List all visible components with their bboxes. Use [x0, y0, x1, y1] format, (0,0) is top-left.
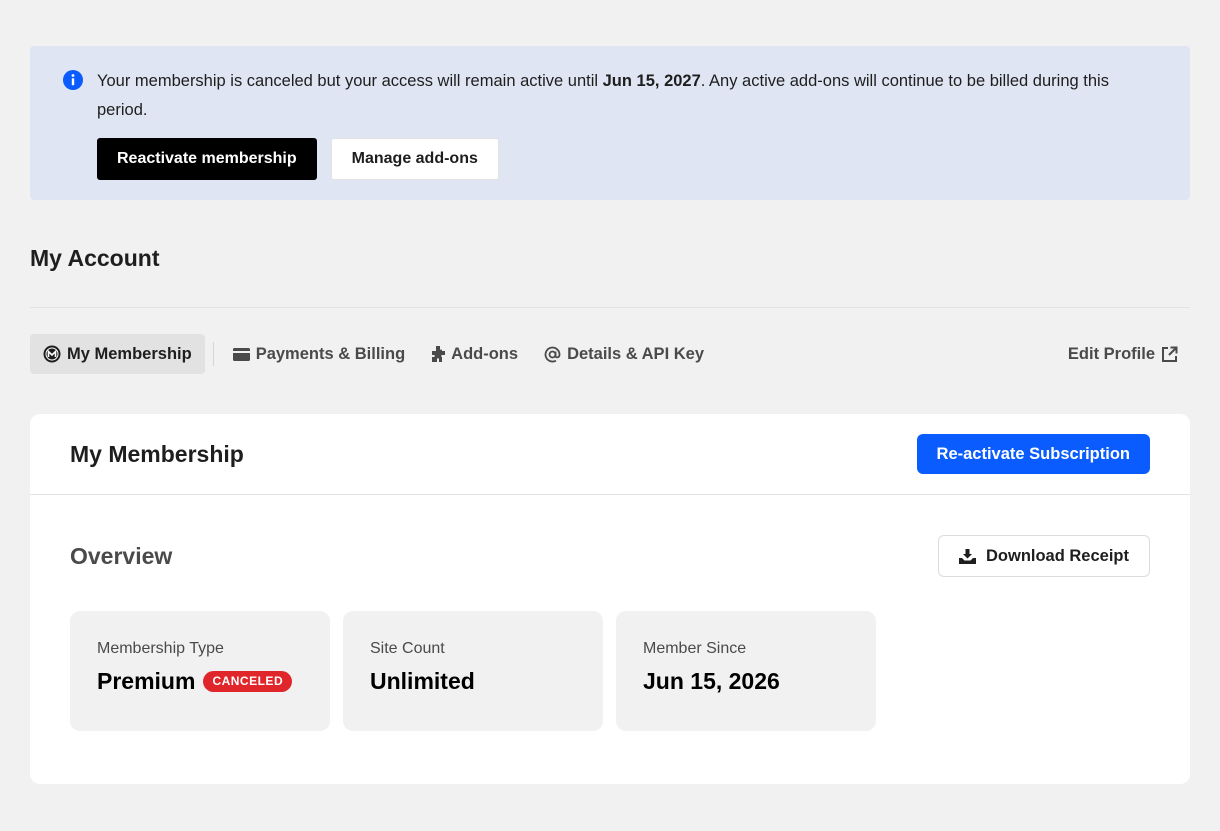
card-divider: [30, 494, 1190, 495]
stat-label: Site Count: [370, 640, 445, 657]
notice-message-text: Your membership is canceled but your acc…: [97, 72, 603, 90]
tab-label: My Membership: [67, 344, 192, 363]
tab-label: Add-ons: [451, 344, 519, 363]
reactivate-subscription-button[interactable]: Re-activate Subscription: [916, 434, 1150, 474]
page-title: My Account: [30, 245, 160, 271]
stat-member-since: Member Since Jun 15, 2026: [616, 611, 876, 731]
at-sign-icon: [544, 346, 561, 362]
membership-logo-icon: [43, 345, 61, 363]
notice-message: Your membership is canceled but your acc…: [97, 67, 1157, 125]
download-icon: [958, 548, 976, 564]
stat-site-count: Site Count Unlimited: [343, 611, 603, 731]
manage-addons-button[interactable]: Manage add-ons: [330, 138, 499, 180]
stat-value: Jun 15, 2026: [643, 668, 780, 694]
page: Your membership is canceled but your acc…: [0, 0, 1220, 831]
stat-value: Unlimited: [370, 668, 475, 694]
credit-card-icon: [232, 347, 250, 361]
stat-membership-type: Membership Type Premium CANCELED: [70, 611, 330, 731]
stat-label: Member Since: [643, 640, 747, 657]
tab-label: Payments & Billing: [255, 344, 406, 363]
notice-actions: Reactivate membership Manage add-ons: [97, 138, 499, 180]
stat-label: Membership Type: [97, 640, 224, 657]
membership-card-title: My Membership: [70, 441, 244, 467]
status-badge: CANCELED: [203, 671, 293, 692]
account-tabs: My Membership Payments & Billing Add-ons…: [30, 334, 1190, 374]
cancellation-notice: Your membership is canceled but your acc…: [30, 46, 1190, 200]
reactivate-membership-button[interactable]: Reactivate membership: [97, 138, 317, 180]
download-receipt-button[interactable]: Download Receipt: [937, 535, 1150, 577]
notice-access-date: Jun 15, 2027: [602, 72, 701, 90]
overview-stats: Membership Type Premium CANCELED Site Co…: [70, 611, 876, 731]
tab-my-membership[interactable]: My Membership: [30, 334, 205, 374]
edit-profile-label: Edit Profile: [1067, 344, 1155, 363]
puzzle-icon: [432, 346, 446, 362]
stat-value: Premium CANCELED: [97, 668, 303, 695]
info-icon: [63, 70, 83, 90]
divider: [30, 307, 1190, 308]
tab-separator: [212, 342, 214, 366]
edit-profile-link[interactable]: Edit Profile: [1068, 334, 1178, 374]
overview-title: Overview: [70, 543, 173, 569]
tab-payments-billing[interactable]: Payments & Billing: [220, 334, 418, 374]
tab-details-api-key[interactable]: Details & API Key: [531, 334, 717, 374]
membership-type-value: Premium: [97, 668, 196, 694]
download-receipt-label: Download Receipt: [985, 546, 1129, 565]
membership-card: My Membership Re-activate Subscription O…: [30, 414, 1190, 784]
tab-addons[interactable]: Add-ons: [418, 334, 531, 374]
tab-label: Details & API Key: [567, 344, 705, 363]
external-link-icon: [1162, 346, 1178, 362]
